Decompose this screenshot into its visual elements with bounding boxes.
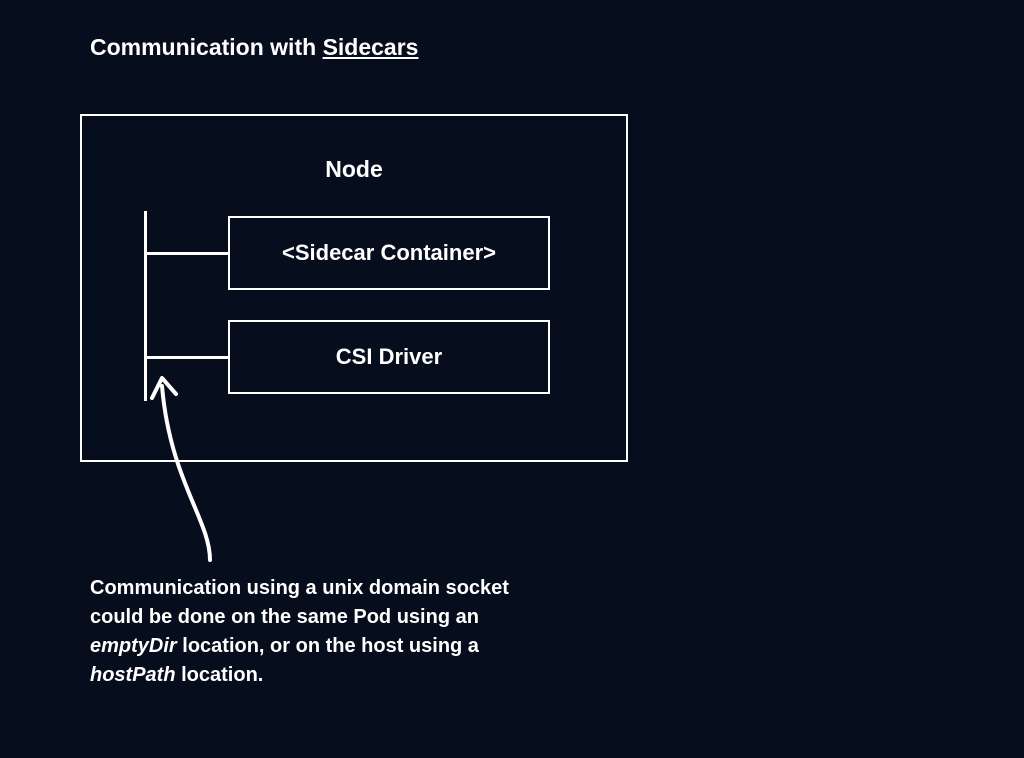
caption-italic1: emptyDir bbox=[90, 635, 177, 657]
connector-sidecar bbox=[145, 252, 229, 255]
sidecar-label: <Sidecar Container> bbox=[282, 240, 496, 266]
diagram-title: Communication with Sidecars bbox=[90, 34, 418, 61]
caption-part1: Communication using a unix domain socket… bbox=[90, 577, 509, 628]
csi-driver-box: CSI Driver bbox=[228, 320, 550, 394]
csi-label: CSI Driver bbox=[336, 344, 442, 370]
pointer-arrow-icon bbox=[150, 370, 270, 570]
node-label: Node bbox=[82, 156, 626, 183]
caption-text: Communication using a unix domain socket… bbox=[90, 574, 510, 690]
connector-csi bbox=[145, 356, 229, 359]
title-prefix: Communication with bbox=[90, 34, 323, 60]
title-underlined: Sidecars bbox=[323, 34, 419, 60]
caption-part2: location, or on the host using a bbox=[177, 635, 479, 657]
caption-part3: location. bbox=[176, 664, 264, 686]
caption-italic2: hostPath bbox=[90, 664, 176, 686]
sidecar-container-box: <Sidecar Container> bbox=[228, 216, 550, 290]
socket-bar bbox=[144, 211, 147, 401]
